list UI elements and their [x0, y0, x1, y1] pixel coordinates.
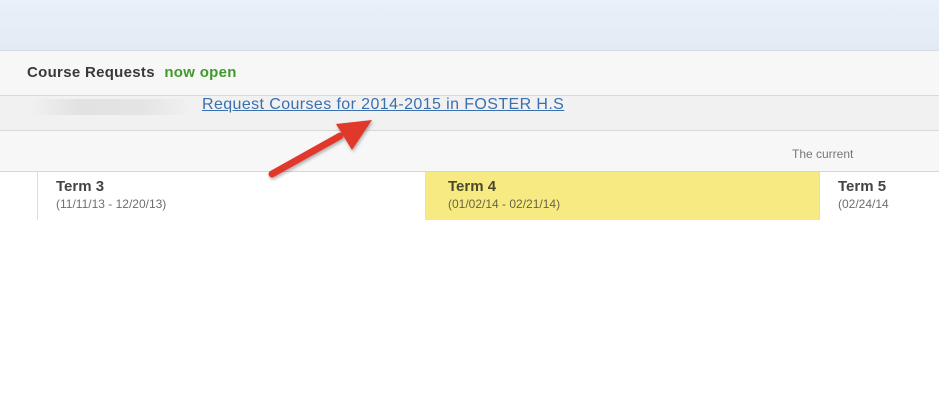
- term-name: Term 5: [838, 178, 887, 195]
- term-dates: (02/24/14: [838, 197, 889, 211]
- term-name: Term 4: [448, 178, 497, 195]
- red-arrow-icon: [268, 120, 372, 178]
- blurred-area: [30, 99, 190, 115]
- term-cell-4-current: Term 4 (01/02/14 - 02/21/14): [425, 172, 819, 220]
- current-term-notice: The current: [792, 147, 854, 161]
- term-dates: (01/02/14 - 02/21/14): [448, 197, 561, 211]
- request-courses-link[interactable]: Request Courses for 2014-2015 in FOSTER …: [202, 96, 564, 114]
- term-dates: (11/11/13 - 12/20/13): [56, 197, 167, 211]
- page: Course Requests now open Request Courses…: [0, 0, 939, 397]
- course-requests-status: now open: [164, 64, 237, 81]
- empty-content-area: [0, 221, 939, 397]
- course-requests-heading: Course Requests now open: [27, 64, 237, 81]
- term-cell-5: Term 5 (02/24/14: [819, 172, 939, 220]
- course-requests-label: Course Requests: [27, 64, 155, 81]
- header-band: [0, 0, 939, 51]
